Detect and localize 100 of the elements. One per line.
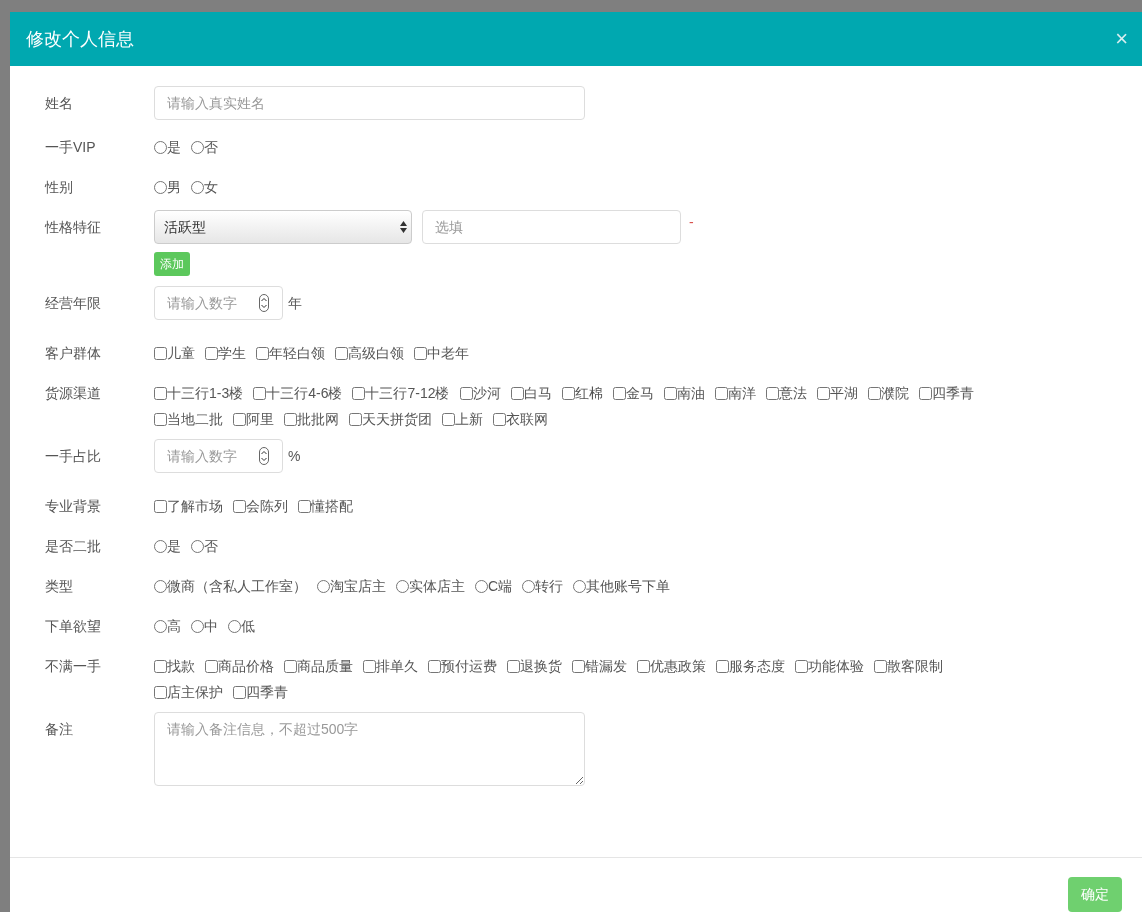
checkbox[interactable]: [233, 499, 246, 513]
checkbox[interactable]: [561, 386, 575, 400]
checkbox[interactable]: [874, 659, 887, 673]
option-label[interactable]: 平湖: [829, 383, 858, 403]
checkbox[interactable]: [363, 659, 376, 673]
checkbox[interactable]: [205, 346, 218, 360]
checkbox[interactable]: [233, 412, 246, 426]
radio-button[interactable]: [154, 579, 167, 593]
option-label[interactable]: 微商（含私人工作室）: [167, 576, 307, 596]
checkbox[interactable]: [765, 386, 779, 400]
option-label[interactable]: 金马: [625, 383, 654, 403]
option-label[interactable]: 错漏发: [585, 656, 627, 676]
checkbox[interactable]: [867, 386, 881, 400]
option-label[interactable]: 意法: [778, 383, 807, 403]
checkbox[interactable]: [284, 659, 297, 673]
radio-button[interactable]: [191, 180, 204, 194]
checkbox[interactable]: [716, 659, 729, 673]
checkbox[interactable]: [352, 386, 366, 400]
checkbox[interactable]: [233, 685, 246, 699]
option-label[interactable]: 十三行1-3楼: [167, 383, 244, 403]
checkbox[interactable]: [795, 659, 808, 673]
option-label[interactable]: 南洋: [727, 383, 756, 403]
option-label[interactable]: 学生: [218, 343, 246, 363]
option-label[interactable]: 四季青: [931, 383, 974, 403]
checkbox[interactable]: [714, 386, 728, 400]
option-label[interactable]: 濮院: [880, 383, 909, 403]
checkbox[interactable]: [918, 386, 932, 400]
option-label[interactable]: 十三行7-12楼: [365, 383, 450, 403]
option-label[interactable]: 商品质量: [297, 656, 353, 676]
radio-button[interactable]: [154, 539, 167, 553]
text-field[interactable]: 选填: [422, 210, 681, 244]
checkbox[interactable]: [154, 659, 167, 673]
option-label[interactable]: 沙河: [472, 383, 501, 403]
checkbox[interactable]: [510, 386, 524, 400]
option-label[interactable]: 是: [167, 137, 181, 157]
option-label[interactable]: 年轻白领: [269, 343, 325, 363]
option-label[interactable]: 男: [167, 177, 181, 197]
checkbox[interactable]: [414, 346, 427, 360]
option-label[interactable]: 否: [204, 536, 218, 556]
checkbox[interactable]: [493, 412, 506, 426]
option-label[interactable]: 预付运费: [441, 656, 497, 676]
radio-button[interactable]: [191, 539, 204, 553]
text-field[interactable]: 请输入真实姓名: [154, 86, 585, 120]
option-label[interactable]: 白马: [523, 383, 552, 403]
checkbox[interactable]: [663, 386, 677, 400]
checkbox[interactable]: [284, 412, 297, 426]
option-label[interactable]: 商品价格: [218, 656, 274, 676]
checkbox[interactable]: [154, 685, 167, 699]
select-dropdown[interactable]: 活跃型: [154, 210, 412, 244]
checkbox[interactable]: [507, 659, 520, 673]
radio-button[interactable]: [522, 579, 536, 593]
option-label[interactable]: 其他账号下单: [586, 576, 671, 596]
option-label[interactable]: 衣联网: [506, 409, 548, 429]
option-label[interactable]: 淘宝店主: [330, 576, 386, 596]
option-label[interactable]: 店主保护: [167, 682, 223, 702]
option-label[interactable]: 天天拼货团: [362, 409, 432, 429]
checkbox[interactable]: [335, 346, 348, 360]
radio-button[interactable]: [191, 619, 204, 633]
option-label[interactable]: 实体店主: [409, 576, 465, 596]
checkbox[interactable]: [572, 659, 585, 673]
radio-button[interactable]: [154, 180, 167, 194]
option-label[interactable]: 找款: [167, 656, 195, 676]
option-label[interactable]: C端: [488, 576, 513, 596]
option-label[interactable]: 低: [241, 616, 255, 636]
option-label[interactable]: 中: [204, 616, 218, 636]
option-label[interactable]: 红棉: [574, 383, 603, 403]
radio-button[interactable]: [317, 579, 330, 593]
option-label[interactable]: 儿童: [167, 343, 195, 363]
option-label[interactable]: 服务态度: [729, 656, 785, 676]
option-label[interactable]: 退换货: [520, 656, 562, 676]
option-label[interactable]: 四季青: [246, 682, 288, 702]
option-label[interactable]: 散客限制: [887, 656, 943, 676]
checkbox[interactable]: [205, 659, 218, 673]
number-field[interactable]: 请输入数字: [154, 439, 283, 473]
radio-button[interactable]: [154, 619, 167, 633]
checkbox[interactable]: [154, 499, 167, 513]
checkbox[interactable]: [612, 386, 626, 400]
option-label[interactable]: 女: [204, 177, 218, 197]
option-label[interactable]: 批批网: [297, 409, 339, 429]
checkbox[interactable]: [154, 412, 167, 426]
option-label[interactable]: 了解市场: [167, 496, 223, 516]
option-label[interactable]: 十三行4-6楼: [266, 383, 343, 403]
checkbox[interactable]: [637, 659, 650, 673]
option-label[interactable]: 否: [204, 137, 218, 157]
radio-button[interactable]: [573, 579, 587, 593]
radio-button[interactable]: [154, 140, 167, 154]
number-field[interactable]: 请输入数字: [154, 286, 283, 320]
checkbox[interactable]: [256, 346, 269, 360]
radio-button[interactable]: [228, 619, 241, 633]
option-label[interactable]: 优惠政策: [650, 656, 706, 676]
checkbox[interactable]: [428, 659, 441, 673]
radio-button[interactable]: [475, 579, 488, 593]
checkbox[interactable]: [816, 386, 830, 400]
option-label[interactable]: 转行: [535, 576, 564, 596]
radio-button[interactable]: [396, 579, 409, 593]
option-label[interactable]: 会陈列: [246, 496, 288, 516]
checkbox[interactable]: [459, 386, 473, 400]
remove-link[interactable]: -: [689, 212, 694, 232]
option-label[interactable]: 高级白领: [348, 343, 404, 363]
option-label[interactable]: 功能体验: [808, 656, 864, 676]
